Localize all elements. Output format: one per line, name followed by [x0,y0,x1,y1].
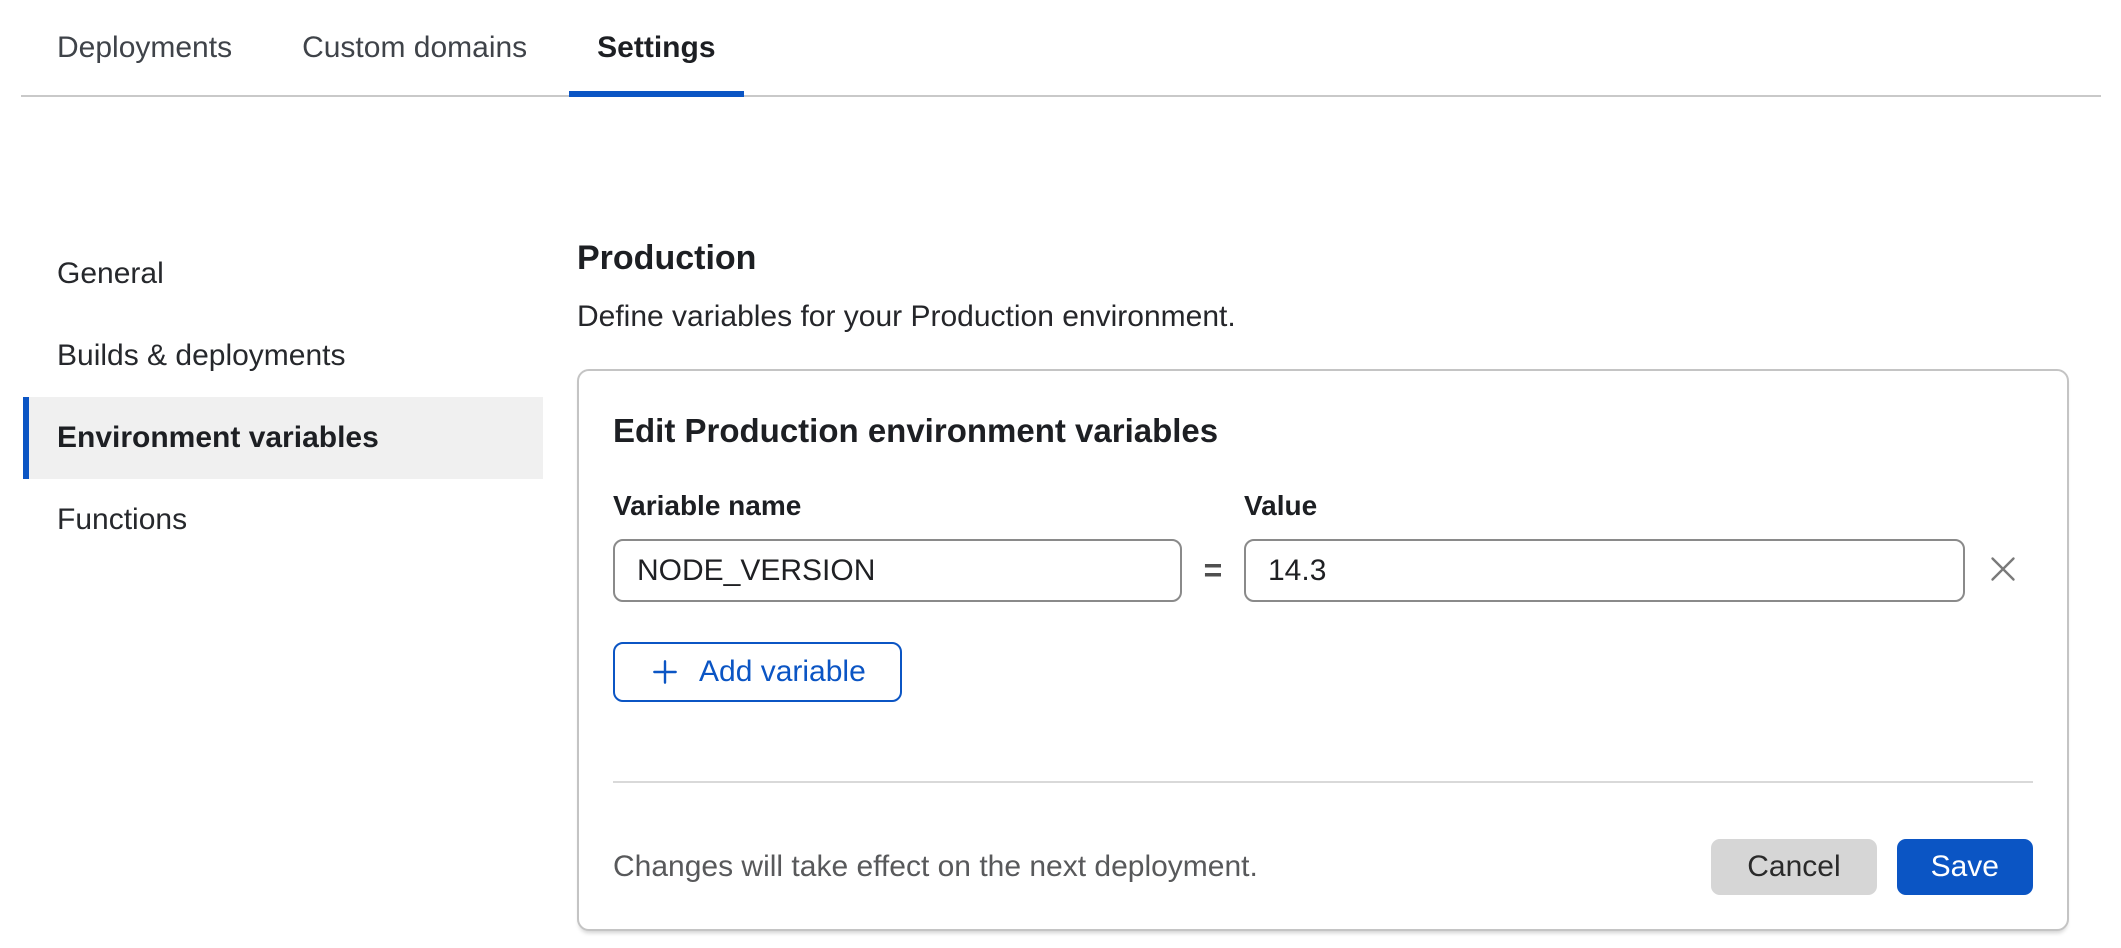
footer-note: Changes will take effect on the next dep… [613,850,1258,884]
variable-value-input[interactable] [1244,539,1965,602]
card-divider [613,781,2033,783]
project-tabs: Deployments Custom domains Settings [21,0,2101,97]
sidebar-item-environment-variables[interactable]: Environment variables [23,397,543,479]
cancel-button[interactable]: Cancel [1711,839,1876,895]
card-footer: Changes will take effect on the next dep… [613,839,2033,895]
plus-icon [649,656,681,688]
page-subtitle: Define variables for your Production env… [577,297,2069,337]
variable-name-column: Variable name [613,489,1182,602]
variable-name-input[interactable] [613,539,1182,602]
add-variable-button[interactable]: Add variable [613,642,902,702]
environment-variables-card: Edit Production environment variables Va… [577,369,2069,931]
variable-row: Variable name = Value [613,489,2033,602]
remove-variable-button[interactable] [1973,539,2033,602]
variable-value-column: Value [1244,489,1965,602]
equals-sign: = [1182,539,1244,602]
sidebar-item-general[interactable]: General [23,233,543,315]
tab-deployments[interactable]: Deployments [29,0,260,95]
value-label: Value [1244,489,1965,523]
save-button[interactable]: Save [1897,839,2033,895]
add-variable-label: Add variable [699,655,866,689]
sidebar-item-builds-deployments[interactable]: Builds & deployments [23,315,543,397]
tab-settings[interactable]: Settings [569,0,743,95]
variable-name-label: Variable name [613,489,1182,523]
page-title: Production [577,236,2069,280]
settings-sidebar: General Builds & deployments Environment… [23,233,543,561]
sidebar-item-functions[interactable]: Functions [23,479,543,561]
footer-buttons: Cancel Save [1711,839,2033,895]
tab-custom-domains[interactable]: Custom domains [274,0,555,95]
card-heading: Edit Production environment variables [613,411,2033,451]
settings-main: Production Define variables for your Pro… [577,236,2069,931]
close-icon [1985,551,2021,590]
